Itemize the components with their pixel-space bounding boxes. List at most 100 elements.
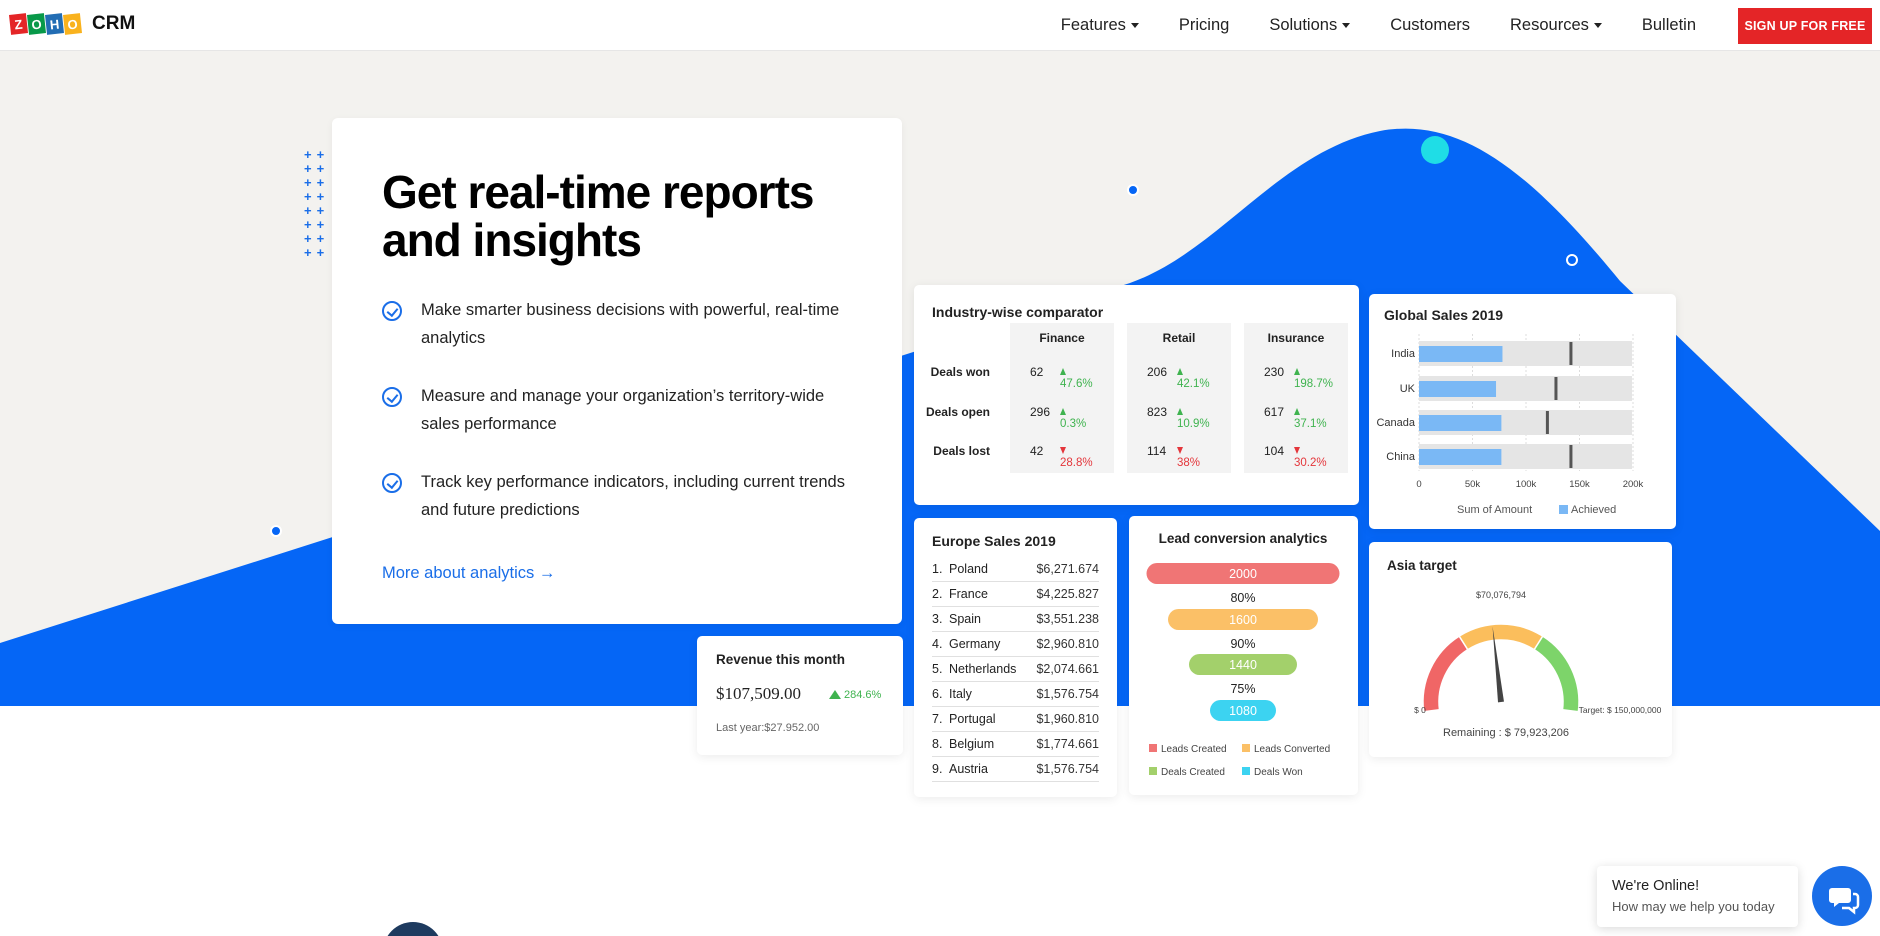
europe-value: $2,960.810: [1036, 637, 1099, 651]
europe-country: Poland: [949, 562, 988, 576]
change-text: 37.1%: [1294, 418, 1327, 430]
wave-dot: [270, 525, 282, 537]
revenue-change: 284.6%: [829, 689, 881, 701]
feature-bullet: Make smarter business decisions with pow…: [382, 296, 852, 352]
triangle-up-icon: [1060, 368, 1066, 375]
chat-bubble[interactable]: We're Online! How may we help you today: [1597, 866, 1798, 927]
legend-swatch: [1149, 767, 1157, 775]
plus-row: ++: [304, 204, 329, 218]
europe-country: Austria: [949, 762, 988, 776]
zoho-logo[interactable]: Z O H O CRM: [9, 13, 135, 35]
bar-achieved: [1419, 449, 1502, 465]
triangle-up-icon: [1294, 368, 1300, 375]
bar-target-marker: [1569, 445, 1573, 468]
nav-resources[interactable]: Resources: [1510, 16, 1602, 35]
nav-bulletin[interactable]: Bulletin: [1642, 16, 1696, 35]
lead-conversion-card: Lead conversion analytics 2000 80% 1600 90% 1…: [1129, 516, 1358, 795]
chat-button[interactable]: [1812, 866, 1872, 926]
nav-pricing-label: Pricing: [1178, 16, 1230, 34]
revenue-value: $107,509.00: [716, 684, 801, 703]
nav-features-label: Features: [1060, 16, 1126, 34]
gauge-remaining: Remaining : $ 79,923,206: [1443, 727, 1569, 739]
change-text: 10.9%: [1177, 418, 1210, 430]
chevron-down-icon: [1130, 23, 1139, 29]
chevron-down-icon: [1593, 23, 1602, 29]
funnel-conversion: 80%: [1230, 591, 1255, 605]
nav-features[interactable]: Features: [1061, 16, 1139, 35]
chat-icon-bubble: [1829, 888, 1851, 907]
change-text: 38%: [1177, 457, 1201, 469]
industry-cell-value: 62: [1030, 365, 1044, 379]
bullet-text: Track key performance indicators, includ…: [421, 473, 845, 519]
plus-glyph: +: [304, 161, 317, 176]
logo-letter-h: H: [45, 13, 64, 35]
plus-glyph: +: [316, 161, 330, 176]
plus-glyph: +: [304, 217, 317, 232]
europe-row: 2. France $4,225.827: [932, 582, 1099, 607]
triangle-down-icon: [1177, 447, 1183, 454]
europe-row: 5. Netherlands $2,074.661: [932, 657, 1099, 682]
europe-value: $1,960.810: [1036, 712, 1099, 726]
plus-glyph: +: [316, 175, 330, 190]
avatar: [383, 922, 443, 936]
nav-solutions[interactable]: Solutions: [1269, 16, 1351, 35]
nav-pricing[interactable]: Pricing: [1179, 16, 1229, 35]
x-tick-label: 0: [1416, 479, 1421, 490]
more-analytics-link[interactable]: More about analytics →: [382, 564, 555, 583]
plus-row: ++: [304, 162, 329, 176]
lead-conversion-chart: Lead conversion analytics 2000 80% 1600 90% 1…: [1146, 531, 1340, 778]
europe-rank: 4.: [932, 637, 943, 651]
industry-row-label: Deals open: [925, 405, 990, 419]
plus-row: ++: [304, 246, 329, 260]
triangle-up-icon: [1294, 408, 1300, 415]
nav-customers-label: Customers: [1390, 16, 1470, 34]
plus-glyph: +: [304, 175, 317, 190]
industry-cell-value: 230: [1264, 365, 1285, 379]
plus-glyph: +: [304, 147, 317, 162]
industry-cell-change: 28.8%: [1060, 445, 1093, 469]
europe-rank: 6.: [932, 687, 943, 701]
signup-button[interactable]: SIGN UP FOR FREE: [1738, 8, 1872, 44]
industry-cell-change: 198.7%: [1294, 366, 1333, 390]
lead-title: Lead conversion analytics: [1159, 531, 1328, 546]
change-text: 28.8%: [1060, 457, 1093, 469]
triangle-up-icon: [1177, 368, 1183, 375]
plus-row: ++: [304, 148, 329, 162]
europe-rank: 2.: [932, 587, 943, 601]
check-circle-icon: [382, 387, 402, 407]
nav-customers[interactable]: Customers: [1390, 16, 1470, 35]
europe-row: 4. Germany $2,960.810: [932, 632, 1099, 657]
industry-column-header: Insurance: [1267, 331, 1325, 345]
legend-sum-of-amount: Sum of Amount: [1457, 504, 1532, 516]
industry-cell-change: 47.6%: [1060, 366, 1093, 390]
industry-cell-value: 104: [1264, 444, 1285, 458]
bar-target-marker: [1545, 411, 1549, 434]
chat-status: We're Online!: [1612, 878, 1700, 894]
legend-swatch: [1149, 744, 1157, 752]
industry-cell-value: 617: [1264, 405, 1285, 419]
europe-country: Italy: [949, 687, 972, 701]
change-text: 30.2%: [1294, 457, 1327, 469]
global-sales-title: Global Sales 2019: [1384, 307, 1503, 323]
bullet-text: Make smarter business decisions with pow…: [421, 301, 840, 347]
legend-achieved: Achieved: [1571, 504, 1616, 516]
intro-card: Get real-time reports and insights Make s…: [332, 118, 902, 624]
europe-value: $3,551.238: [1036, 612, 1099, 626]
industry-row-label: Deals won: [930, 365, 990, 379]
legend-swatch: [1559, 505, 1568, 514]
x-tick-label: 200k: [1623, 479, 1644, 490]
asia-gauge-chart: Asia target $70,076,794 $ 0 Target: $ 150,0…: [1387, 558, 1662, 739]
plus-glyph: +: [316, 189, 330, 204]
plus-pattern: ++ ++ ++ ++ ++ ++ ++ ++: [304, 148, 329, 260]
triangle-down-icon: [1060, 447, 1066, 454]
industry-cell-change: 38%: [1177, 445, 1200, 469]
revenue-title: Revenue this month: [716, 652, 846, 667]
industry-cell-value: 114: [1147, 444, 1167, 458]
check-circle-icon: [382, 473, 402, 493]
triangle-up-icon: [1177, 408, 1183, 415]
plus-row: ++: [304, 232, 329, 246]
nav-resources-label: Resources: [1510, 16, 1589, 34]
industry-row-label: Deals lost: [933, 444, 990, 458]
x-tick-label: 150k: [1569, 479, 1590, 490]
global-sales-chart: Global Sales 2019 0 50k 100k 150k 200k India UK…: [1376, 307, 1644, 516]
